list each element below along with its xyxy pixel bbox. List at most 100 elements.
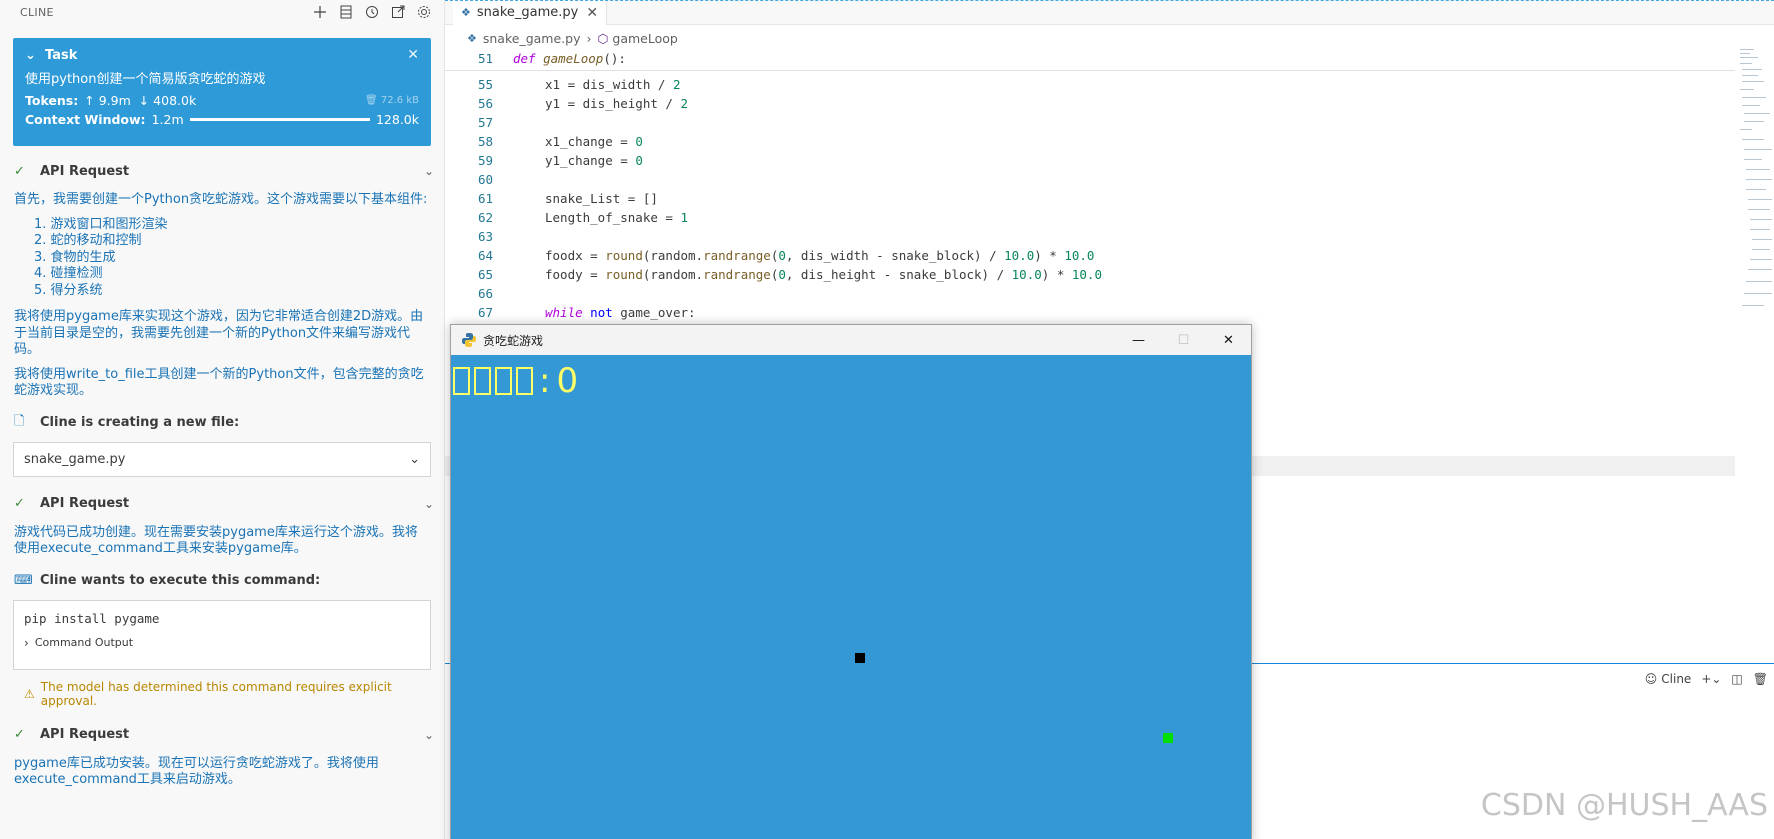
line-number: 55 [477, 77, 493, 92]
api-request-header[interactable]: ✓ API Request ⌄ [0, 493, 444, 515]
history-icon[interactable] [361, 1, 383, 23]
task-description: 使用python创建一个简易版贪吃蛇的游戏 [25, 72, 266, 87]
cline-panel: CLINE ⌄ Task ✕ 使用python创建一个简易版贪吃蛇的游戏 Tok… [0, 0, 445, 839]
close-icon[interactable]: ✕ [586, 5, 598, 21]
terminal-tab-cline[interactable]: Cline [1661, 672, 1691, 686]
maximize-button[interactable]: ☐ [1161, 325, 1206, 355]
sticky-scroll[interactable]: 51 def gameLoop(): [445, 49, 1735, 71]
tab-snake-game[interactable]: ❖ snake_game.py ✕ [453, 0, 608, 25]
game-canvas[interactable]: : 0 [451, 355, 1251, 839]
command-text: pip install pygame [24, 610, 160, 626]
chevron-down-icon: ⌄ [409, 451, 420, 467]
popout-icon[interactable] [387, 1, 409, 23]
game-window-title: 贪吃蛇游戏 [483, 333, 544, 348]
approval-warning: ⚠ The model has determined this command … [0, 680, 444, 708]
message-text: 我将使用write_to_file工具创建一个新的Python文件，包含完整的贪… [14, 366, 424, 399]
list-item: 3. 食物的生成 [34, 249, 116, 265]
chevron-down-icon[interactable]: ⌄ [25, 48, 39, 63]
context-label: Context Window: [25, 112, 146, 127]
api-request-header[interactable]: ✓ API Request ⌄ [0, 724, 444, 746]
creating-file-label: Cline is creating a new file: [40, 415, 240, 430]
python-logo-icon [462, 333, 476, 347]
breadcrumb: ❖ snake_game.py › ⬡ gameLoop [467, 29, 678, 47]
close-icon[interactable]: ✕ [407, 47, 419, 63]
server-icon[interactable] [335, 1, 357, 23]
chevron-down-icon[interactable]: ⌄ [424, 497, 434, 511]
line-number: 62 [477, 210, 493, 225]
check-icon: ✓ [14, 727, 25, 742]
line-number: 63 [477, 229, 493, 244]
message-text: pygame库已成功安装。现在可以运行贪吃蛇游戏了。我将使用execute_co… [14, 755, 379, 788]
context-used: 1.2m [151, 112, 184, 127]
list-item: 5. 得分系统 [34, 282, 103, 298]
plus-icon[interactable] [309, 1, 331, 23]
task-label: Task [45, 47, 78, 63]
command-output-toggle[interactable]: › Command Output [24, 636, 420, 650]
task-card: ⌄ Task ✕ 使用python创建一个简易版贪吃蛇的游戏 Tokens: ↑… [13, 38, 431, 146]
file-dropdown[interactable]: snake_game.py ⌄ [13, 441, 431, 477]
line-number: 51 [477, 51, 493, 66]
tokens-label: Tokens: [25, 93, 79, 108]
line-number: 66 [477, 286, 493, 301]
python-file-icon: ❖ [461, 6, 471, 19]
missing-glyph [453, 367, 470, 395]
minimize-button[interactable]: — [1116, 325, 1161, 355]
code-line: def gameLoop(): [513, 51, 626, 66]
command-output-label: Command Output [34, 636, 134, 649]
code-line: x1 = dis_width / 2 [545, 77, 681, 92]
game-window[interactable]: 贪吃蛇游戏 — ☐ ✕ : 0 [450, 324, 1252, 839]
food-item [1163, 733, 1173, 743]
robot-icon: ☺ [1644, 672, 1658, 686]
list-item: 4. 碰撞检测 [34, 266, 103, 281]
api-request-header[interactable]: ✓ API Request ⌄ [0, 160, 444, 182]
trash-icon[interactable]: 🗑 [1753, 672, 1768, 686]
code-line: x1_change = 0 [545, 134, 643, 149]
close-button[interactable]: ✕ [1206, 325, 1251, 355]
message-text: 游戏代码已成功创建。现在需要安装pygame库来运行这个游戏。我将使用execu… [14, 524, 418, 557]
chevron-right-icon: › [24, 635, 29, 650]
check-icon: ✓ [14, 163, 25, 179]
split-icon[interactable]: ◫ [1731, 672, 1742, 686]
line-number: 61 [477, 191, 493, 206]
terminal-icon: ⌨ [14, 573, 33, 588]
snake-head [855, 653, 865, 663]
message-text: 首先，我需要创建一个Python贪吃蛇游戏。这个游戏需要以下基本组件: [14, 192, 428, 207]
message-text: 我将使用pygame库来实现这个游戏，因为它非常适合创建2D游戏。由于当前目录是… [14, 309, 424, 357]
trash-icon[interactable]: 🗑 [365, 95, 378, 106]
line-number: 59 [477, 153, 493, 168]
new-file-icon: 🗋 [14, 413, 25, 429]
line-number: 65 [477, 267, 493, 282]
breadcrumb-symbol[interactable]: gameLoop [612, 31, 677, 46]
missing-glyph [495, 367, 512, 395]
line-number: 67 [477, 305, 493, 320]
check-icon: ✓ [14, 496, 25, 511]
code-line: while not game_over: [545, 305, 696, 320]
code-line: y1_change = 0 [545, 153, 643, 168]
breadcrumb-file[interactable]: snake_game.py [483, 31, 581, 46]
terminal-header: ☺ Cline +⌄ ◫ 🗑 [1635, 672, 1768, 686]
tab-bar: ❖ snake_game.py ✕ [445, 0, 1774, 25]
execute-label: Cline wants to execute this command: [40, 573, 321, 588]
component-list: 1. 游戏窗口和图形渲染 2. 蛇的移动和控制 3. 食物的生成 4. 碰撞检测… [0, 217, 444, 300]
list-item: 2. 蛇的移动和控制 [34, 233, 142, 248]
tokens-up: ↑ 9.9m [84, 93, 131, 108]
missing-glyph [474, 367, 491, 395]
line-number: 60 [477, 172, 493, 187]
context-progress-bar [189, 118, 370, 121]
tab-label: snake_game.py [476, 5, 579, 20]
drop-indicator [445, 0, 1774, 1]
warning-text: The model has determined this command re… [40, 679, 392, 708]
watermark: CSDN @HUSH_AAS [1480, 788, 1768, 823]
chevron-down-icon[interactable]: ⌄ [424, 728, 434, 742]
gear-icon[interactable] [413, 1, 435, 23]
chevron-right-icon: › [586, 30, 592, 46]
minimap[interactable] [1738, 49, 1774, 319]
game-titlebar[interactable]: 贪吃蛇游戏 — ☐ ✕ [451, 325, 1251, 355]
code-line: foody = round(random.randrange(0, dis_he… [545, 267, 1102, 282]
score-display: : 0 [453, 361, 578, 401]
chevron-down-icon[interactable]: ⌄ [424, 164, 434, 178]
code-line: y1 = dis_height / 2 [545, 96, 688, 111]
line-number: 56 [477, 96, 493, 111]
plus-icon[interactable]: +⌄ [1701, 672, 1721, 686]
line-number: 58 [477, 134, 493, 149]
